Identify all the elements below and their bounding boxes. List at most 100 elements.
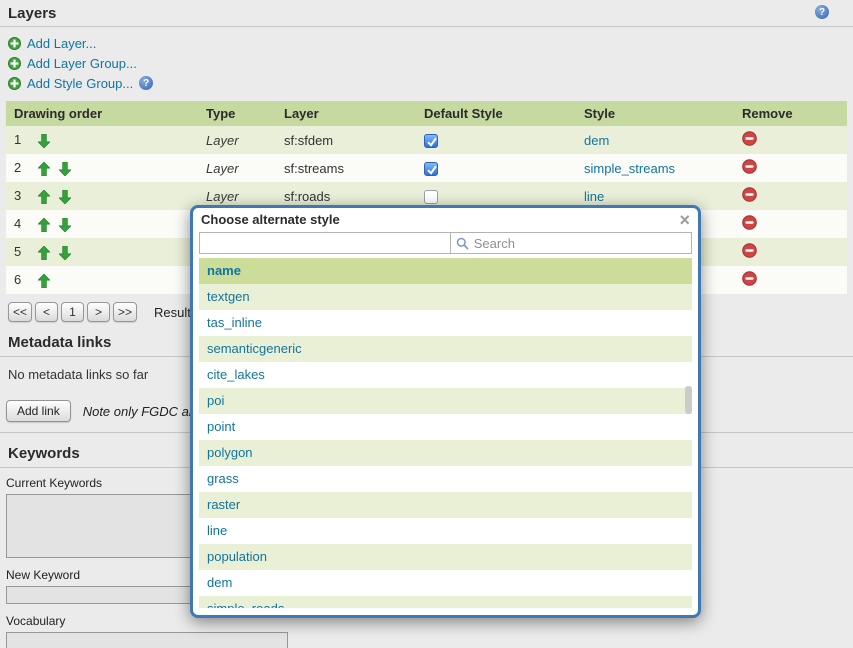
layers-page: Layers ? Add Layer... Add Layer Group...… <box>0 0 853 648</box>
move-down-icon[interactable] <box>59 162 71 176</box>
style-filter-input[interactable] <box>199 232 450 254</box>
row-order: 3 <box>14 188 34 203</box>
move-up-icon[interactable] <box>38 218 50 232</box>
style-name-link[interactable]: raster <box>207 497 240 512</box>
pagination-button[interactable]: >> <box>113 302 137 322</box>
style-row[interactable]: poi <box>199 388 692 414</box>
header-drawing-order: Drawing order <box>6 101 198 126</box>
style-name-link[interactable]: tas_inline <box>207 315 262 330</box>
add-link-label[interactable]: Add Style Group... <box>27 76 133 91</box>
remove-icon[interactable] <box>742 131 757 146</box>
header-type: Type <box>198 101 276 126</box>
row-order: 4 <box>14 216 34 231</box>
style-link[interactable]: simple_streams <box>584 161 675 176</box>
modal-search-row <box>199 232 692 254</box>
page-title: Layers <box>8 5 56 22</box>
style-row[interactable]: line <box>199 518 692 544</box>
add-link[interactable]: Add Layer... <box>8 33 845 53</box>
add-link-label[interactable]: Add Layer... <box>27 36 96 51</box>
style-name-link[interactable]: semanticgeneric <box>207 341 302 356</box>
add-links: Add Layer... Add Layer Group... Add Styl… <box>0 27 853 97</box>
search-input[interactable] <box>474 236 686 251</box>
move-down-icon[interactable] <box>38 134 50 148</box>
table-row: 1 Layer sf:sfdem dem <box>6 126 847 154</box>
help-icon[interactable]: ? <box>815 5 829 19</box>
default-style-checkbox[interactable] <box>424 134 438 148</box>
style-row[interactable]: tas_inline <box>199 310 692 336</box>
style-row[interactable]: simple_roads <box>199 596 692 608</box>
default-style-checkbox[interactable] <box>424 190 438 204</box>
style-name-link[interactable]: cite_lakes <box>207 367 265 382</box>
add-link-label[interactable]: Add Layer Group... <box>27 56 137 71</box>
header-layer: Layer <box>276 101 416 126</box>
move-down-icon[interactable] <box>59 218 71 232</box>
style-name-link[interactable]: population <box>207 549 267 564</box>
style-name-link[interactable]: poi <box>207 393 224 408</box>
row-type: Layer <box>198 126 276 154</box>
remove-icon[interactable] <box>742 159 757 174</box>
add-link-button[interactable]: Add link <box>6 400 71 422</box>
remove-icon[interactable] <box>742 215 757 230</box>
style-row[interactable]: cite_lakes <box>199 362 692 388</box>
pagination-button[interactable]: 1 <box>61 302 84 322</box>
header-remove: Remove <box>734 101 847 126</box>
move-up-icon[interactable] <box>38 274 50 288</box>
style-name-link[interactable]: point <box>207 419 235 434</box>
row-layer: sf:sfdem <box>276 126 416 154</box>
header-style: Style <box>576 101 734 126</box>
modal-titlebar: Choose alternate style × <box>193 208 698 229</box>
style-row[interactable]: polygon <box>199 440 692 466</box>
style-row[interactable]: textgen <box>199 284 692 310</box>
table-header-row: Drawing order Type Layer Default Style S… <box>6 101 847 126</box>
page-header: Layers ? <box>0 0 853 27</box>
style-row[interactable]: grass <box>199 466 692 492</box>
close-icon[interactable]: × <box>679 213 690 227</box>
table-row: 2 Layer sf:streams simple_streams <box>6 154 847 182</box>
style-name-link[interactable]: dem <box>207 575 232 590</box>
style-row[interactable]: dem <box>199 570 692 596</box>
style-row[interactable]: population <box>199 544 692 570</box>
style-row[interactable]: raster <box>199 492 692 518</box>
pagination-button[interactable]: < <box>35 302 58 322</box>
add-plus-icon <box>8 77 21 90</box>
move-down-icon[interactable] <box>59 246 71 260</box>
row-order: 6 <box>14 272 34 287</box>
row-order: 1 <box>14 132 34 147</box>
scrollbar-thumb[interactable] <box>685 386 692 414</box>
style-link[interactable]: line <box>584 189 604 204</box>
style-list-container: name textgen tas_inline semanticgeneric … <box>199 258 692 608</box>
add-link[interactable]: Add Layer Group... <box>8 53 845 73</box>
style-link[interactable]: dem <box>584 133 609 148</box>
add-plus-icon <box>8 37 21 50</box>
header-default-style: Default Style <box>416 101 576 126</box>
move-up-icon[interactable] <box>38 162 50 176</box>
add-link[interactable]: Add Style Group... ? <box>8 73 845 93</box>
row-type: Layer <box>198 154 276 182</box>
style-name-link[interactable]: grass <box>207 471 239 486</box>
default-style-checkbox[interactable] <box>424 162 438 176</box>
row-order: 2 <box>14 160 34 175</box>
move-down-icon[interactable] <box>59 190 71 204</box>
help-icon[interactable]: ? <box>139 76 153 90</box>
style-column-header[interactable]: name <box>199 258 692 284</box>
search-icon <box>456 237 469 250</box>
remove-icon[interactable] <box>742 243 757 258</box>
move-up-icon[interactable] <box>38 190 50 204</box>
modal-title: Choose alternate style <box>201 212 340 227</box>
style-name-link[interactable]: line <box>207 523 227 538</box>
search-box[interactable] <box>450 232 692 254</box>
style-name-link[interactable]: polygon <box>207 445 253 460</box>
pagination-button[interactable]: > <box>87 302 110 322</box>
pagination-button[interactable]: << <box>8 302 32 322</box>
vocabulary-input[interactable] <box>6 632 288 648</box>
move-up-icon[interactable] <box>38 246 50 260</box>
style-name-link[interactable]: simple_roads <box>207 601 284 608</box>
style-name-link[interactable]: textgen <box>207 289 250 304</box>
remove-icon[interactable] <box>742 187 757 202</box>
remove-icon[interactable] <box>742 271 757 286</box>
pagination-buttons: << < 1 > >> <box>8 302 137 322</box>
style-row[interactable]: semanticgeneric <box>199 336 692 362</box>
row-order: 5 <box>14 244 34 259</box>
row-layer: sf:streams <box>276 154 416 182</box>
style-row[interactable]: point <box>199 414 692 440</box>
